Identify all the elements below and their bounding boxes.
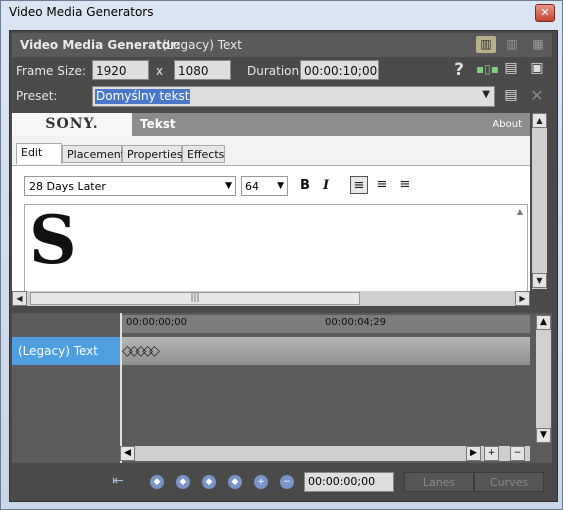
scroll-right-icon[interactable]: ▶ (515, 291, 530, 306)
scroll-left-icon[interactable]: ◀ (120, 446, 135, 461)
last-keyframe-icon[interactable]: ◆ (228, 475, 242, 489)
add-keyframe-icon[interactable]: + (254, 475, 268, 489)
delete-keyframe-icon[interactable]: − (280, 475, 294, 489)
playhead-cursor[interactable] (120, 313, 122, 463)
help-icon[interactable]: ? (450, 60, 468, 80)
curves-button[interactable]: Curves (474, 472, 544, 492)
duration-input[interactable]: 00:00:10;00 (300, 60, 379, 80)
tab-effects[interactable]: Effects (182, 145, 225, 163)
plugin-banner: SONY. Tekst About (12, 113, 530, 136)
align-center-icon[interactable]: ≡ (373, 176, 391, 194)
chevron-down-icon: ▼ (277, 181, 284, 191)
scroll-up-icon[interactable]: ▲ (517, 207, 523, 216)
track-lane[interactable]: ◇◇◇◇◇ (120, 337, 530, 365)
text-sample: S (29, 204, 77, 279)
preset-value: Domyślny tekst (95, 89, 191, 104)
save-preset-icon[interactable]: ▤ (502, 87, 520, 103)
zoom-out-icon[interactable]: − (510, 446, 525, 461)
font-value: 28 Days Later (29, 180, 106, 193)
font-size-select[interactable]: 64 ▼ (241, 176, 288, 196)
preset-label: Preset: (16, 89, 58, 103)
prev-keyframe-icon[interactable]: ◆ (176, 475, 190, 489)
save-frame-icon[interactable]: ▤ (502, 60, 520, 76)
about-link[interactable]: About (492, 119, 522, 130)
sync-cursor-icon[interactable]: ⇤ (110, 473, 126, 489)
plugin-title: Tekst (140, 117, 176, 131)
view-double-icon[interactable]: ▥ (502, 36, 522, 53)
italic-button[interactable]: I (323, 178, 329, 193)
next-keyframe-icon[interactable]: ◆ (202, 475, 216, 489)
generator-menu-icon[interactable]: ▣ (528, 60, 546, 76)
font-select[interactable]: 28 Days Later ▼ (24, 176, 236, 196)
keyframe-timecode-input[interactable]: 00:00:00;00 (304, 472, 394, 492)
title-bar[interactable]: Video Media Generators ✕ (1, 1, 562, 25)
generator-label: Video Media Generator: (20, 38, 181, 52)
timeline-vertical-scrollbar[interactable]: ▲ ▼ (536, 315, 551, 443)
sony-logo: SONY. (12, 113, 132, 136)
track-header[interactable]: (Legacy) Text (12, 337, 120, 365)
plugin-vertical-scrollbar[interactable]: ▲ ▼ (532, 113, 547, 289)
scroll-left-icon[interactable]: ◀ (12, 291, 27, 306)
tab-edit[interactable]: Edit (16, 143, 62, 164)
zoom-in-icon[interactable]: + (484, 446, 499, 461)
chevron-down-icon[interactable]: ▼ (482, 89, 490, 100)
generator-panel: Video Media Generator: (Legacy) Text ▥ ▥… (9, 30, 558, 502)
keyframe-icon[interactable]: ◇◇◇◇◇ (122, 343, 160, 359)
text-input[interactable]: S ▲ (24, 204, 528, 296)
align-left-icon[interactable]: ≡ (350, 176, 368, 194)
frame-x-label: x (156, 64, 164, 78)
generator-header: Video Media Generator: (Legacy) Text ▥ ▥… (12, 33, 552, 57)
lanes-button[interactable]: Lanes (404, 472, 474, 492)
scroll-up-icon[interactable]: ▲ (536, 315, 551, 330)
tab-properties[interactable]: Properties (122, 145, 183, 163)
scroll-up-icon[interactable]: ▲ (532, 113, 547, 128)
text-plugin: SONY. Tekst About Edit Placement Propert… (12, 113, 530, 296)
scroll-down-icon[interactable]: ▼ (536, 428, 551, 443)
timeline-horizontal-scrollbar[interactable]: ◀ ▶ + − (120, 446, 530, 461)
generator-name: (Legacy) Text (162, 38, 242, 52)
scroll-right-icon[interactable]: ▶ (466, 446, 481, 461)
font-size-value: 64 (245, 180, 259, 193)
delete-preset-icon[interactable]: ✕ (528, 86, 546, 105)
first-keyframe-icon[interactable]: ◆ (150, 475, 164, 489)
view-single-icon[interactable]: ▥ (476, 36, 496, 53)
chevron-down-icon: ▼ (225, 181, 232, 191)
bold-button[interactable]: B (300, 178, 310, 193)
preset-dropdown[interactable]: Domyślny tekst ▼ (92, 86, 495, 107)
edit-panel: 28 Days Later ▼ 64 ▼ B I ≡ ≡ ≡ S ▲ (12, 165, 530, 296)
scroll-down-icon[interactable]: ▼ (532, 273, 547, 288)
plugin-chain-icon[interactable]: ▪▯▪ (476, 62, 499, 76)
video-media-generators-window: Video Media Generators ✕ Video Media Gen… (0, 0, 563, 510)
time-ruler[interactable]: 00:00:00;00 00:00:04;29 (120, 315, 530, 333)
scroll-thumb[interactable]: ||| (30, 292, 360, 305)
keyframe-timeline: 00:00:00;00 00:00:04;29 (Legacy) Text ◇◇… (12, 313, 552, 463)
frame-height-input[interactable]: 1080 (174, 60, 231, 80)
plugin-horizontal-scrollbar[interactable]: ◀ ||| ▶ (12, 291, 530, 306)
tab-placement[interactable]: Placement (62, 145, 125, 163)
ruler-start-timecode: 00:00:00;00 (126, 317, 188, 328)
window-title: Video Media Generators (9, 5, 154, 19)
close-button[interactable]: ✕ (535, 4, 555, 22)
ruler-mark-timecode: 00:00:04;29 (325, 317, 387, 328)
frame-width-input[interactable]: 1920 (92, 60, 149, 80)
align-right-icon[interactable]: ≡ (396, 176, 414, 194)
keyframe-controls: ⇤ ◆ ◆ ◆ ◆ + − 00:00:00;00 Lanes Curves (12, 469, 552, 497)
view-grid-icon[interactable]: ▦ (528, 36, 548, 53)
duration-label: Duration: (247, 64, 304, 78)
frame-size-label: Frame Size: (16, 64, 86, 78)
